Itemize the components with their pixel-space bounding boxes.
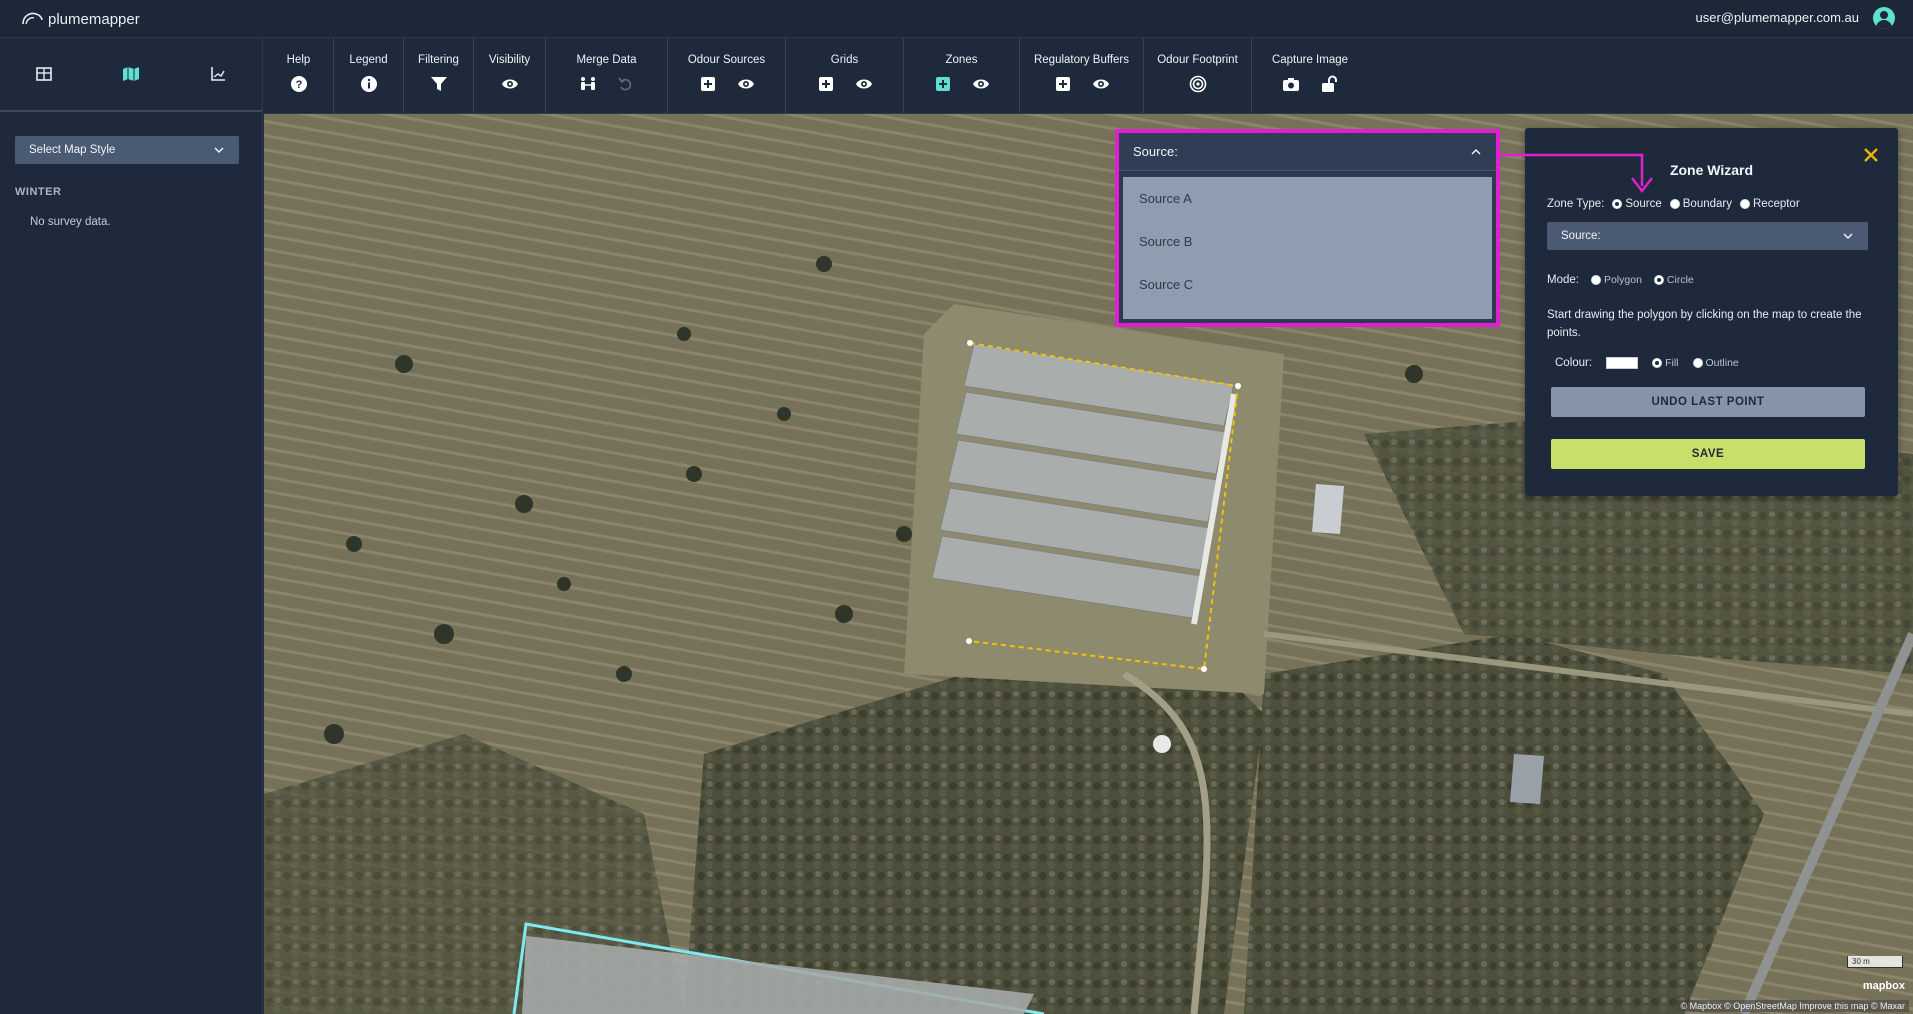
grids-label: Grids	[830, 54, 859, 66]
season-label: WINTER	[15, 186, 62, 198]
tool-merge-data: Merge Data	[546, 38, 668, 113]
user-email[interactable]: user@plumemapper.com.au	[1696, 10, 1860, 25]
zone-wizard-panel: Zone Wizard Zone Type: Source Boundary R…	[1525, 128, 1898, 496]
chart-icon	[211, 67, 226, 81]
source-option[interactable]: Source A	[1123, 177, 1492, 220]
filtering-label: Filtering	[418, 54, 459, 66]
tool-zones: Zones	[904, 38, 1020, 113]
fill-radio[interactable]: Fill	[1652, 357, 1679, 369]
wizard-source-select[interactable]: Source:	[1547, 222, 1868, 250]
mapbox-logo[interactable]: mapbox	[1863, 980, 1905, 992]
outline-radio[interactable]: Outline	[1692, 357, 1739, 369]
undo-icon[interactable]	[617, 75, 635, 93]
colour-label: Colour:	[1555, 357, 1593, 369]
zone-type-label: Zone Type:	[1547, 198, 1605, 210]
zone-type-receptor-radio[interactable]: Receptor	[1740, 198, 1800, 210]
tool-capture-image: Capture Image	[1252, 38, 1368, 113]
source-visibility-eye-icon[interactable]	[737, 75, 755, 93]
map-icon	[122, 67, 139, 81]
tab-map[interactable]	[87, 38, 174, 110]
capture-image-label: Capture Image	[1271, 54, 1349, 66]
camera-icon[interactable]	[1282, 75, 1300, 93]
colour-swatch[interactable]	[1606, 357, 1639, 369]
left-sidebar: Select Map Style WINTER No survey data.	[0, 38, 263, 1014]
tool-odour-footprint: Odour Footprint	[1144, 38, 1252, 113]
table-icon	[35, 67, 52, 81]
source-dropdown-label: Source:	[1133, 144, 1178, 159]
zone-type-source-radio[interactable]: Source	[1612, 198, 1662, 210]
sidebar-tabs	[0, 38, 262, 112]
add-zone-icon[interactable]	[934, 75, 952, 93]
tab-table[interactable]	[0, 38, 87, 110]
tool-legend: Legend	[334, 38, 404, 113]
chevron-down-icon	[1843, 233, 1853, 240]
toolbar: Help ? Legend Filtering Visibility Merge…	[264, 38, 1913, 114]
source-dropdown-header[interactable]: Source:	[1119, 133, 1496, 171]
wizard-instructions: Start drawing the polygon by clicking on…	[1547, 309, 1862, 339]
help-icon[interactable]: ?	[290, 75, 308, 93]
odour-footprint-label: Odour Footprint	[1157, 54, 1238, 66]
merge-data-label: Merge Data	[576, 54, 637, 66]
add-source-icon[interactable]	[699, 75, 717, 93]
tool-grids: Grids	[786, 38, 904, 113]
zone-type-row: Zone Type: Source Boundary Receptor	[1547, 198, 1800, 210]
save-button[interactable]: SAVE	[1551, 439, 1865, 469]
eye-icon[interactable]	[501, 75, 519, 93]
source-option[interactable]: Source C	[1123, 263, 1492, 306]
unlock-icon[interactable]	[1320, 75, 1338, 93]
map-style-select-label: Select Map Style	[29, 144, 116, 156]
regulatory-buffers-label: Regulatory Buffers	[1033, 54, 1130, 66]
mode-circle-radio[interactable]: Circle	[1653, 274, 1694, 286]
merge-people-icon[interactable]	[579, 75, 597, 93]
zone-visibility-eye-icon[interactable]	[972, 75, 990, 93]
app-logo[interactable]: plumemapper	[20, 8, 140, 30]
chevron-up-icon	[1471, 148, 1481, 155]
add-buffer-icon[interactable]	[1054, 75, 1072, 93]
odour-sources-label: Odour Sources	[687, 54, 766, 66]
user-avatar-icon[interactable]	[1873, 7, 1895, 29]
tool-odour-sources: Odour Sources	[668, 38, 786, 113]
mode-polygon-radio[interactable]: Polygon	[1590, 274, 1642, 286]
target-icon[interactable]	[1189, 75, 1207, 93]
svg-text:?: ?	[295, 79, 302, 91]
mode-label: Mode:	[1547, 274, 1579, 286]
tool-help: Help ?	[264, 38, 334, 113]
source-option[interactable]: Source B	[1123, 220, 1492, 263]
undo-last-point-button[interactable]: UNDO LAST POINT	[1551, 387, 1865, 417]
tool-regulatory-buffers: Regulatory Buffers	[1020, 38, 1144, 113]
filter-icon[interactable]	[430, 75, 448, 93]
map-scale: 30 m	[1847, 956, 1903, 968]
chevron-down-icon	[214, 147, 224, 154]
tab-chart[interactable]	[175, 38, 262, 110]
tool-visibility: Visibility	[474, 38, 546, 113]
buffer-visibility-eye-icon[interactable]	[1092, 75, 1110, 93]
wizard-source-select-label: Source:	[1561, 230, 1601, 242]
help-label: Help	[286, 54, 311, 66]
source-options-list: Source A Source B Source C	[1123, 177, 1492, 319]
zone-wizard-title: Zone Wizard	[1669, 162, 1754, 178]
zone-type-boundary-radio[interactable]: Boundary	[1669, 198, 1732, 210]
tool-filtering: Filtering	[404, 38, 474, 113]
zones-label: Zones	[945, 54, 978, 66]
info-icon[interactable]	[360, 75, 378, 93]
source-dropdown-open[interactable]: Source: Source A Source B Source C	[1115, 129, 1500, 327]
colour-row: Colour: Fill Outline	[1555, 357, 1739, 369]
plume-logo-icon	[22, 12, 43, 25]
add-grid-icon[interactable]	[817, 75, 835, 93]
logo-text: plumemapper	[48, 10, 140, 28]
map-attribution[interactable]: © Mapbox © OpenStreetMap Improve this ma…	[1676, 1000, 1909, 1012]
top-bar: plumemapper user@plumemapper.com.au	[0, 0, 1913, 38]
legend-label: Legend	[349, 54, 388, 66]
mode-row: Mode: Polygon Circle	[1547, 274, 1694, 286]
visibility-label: Visibility	[488, 54, 531, 66]
grid-visibility-eye-icon[interactable]	[855, 75, 873, 93]
no-survey-text: No survey data.	[30, 216, 111, 228]
map-style-select[interactable]: Select Map Style	[15, 136, 239, 164]
